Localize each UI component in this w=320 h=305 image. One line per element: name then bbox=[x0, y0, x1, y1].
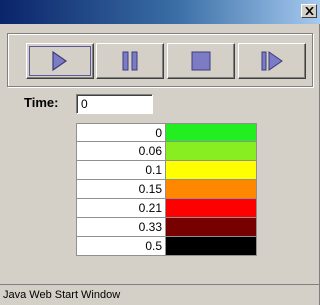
app-window: Time: 00.060.10.150.210.330.5 Java Web S… bbox=[0, 0, 320, 305]
stop-button[interactable] bbox=[167, 43, 235, 79]
close-icon bbox=[304, 7, 314, 15]
legend-value: 0.5 bbox=[76, 237, 165, 256]
legend-row: 0.15 bbox=[76, 180, 257, 199]
legend-value: 0.33 bbox=[76, 218, 165, 237]
legend-row: 0.33 bbox=[76, 218, 257, 237]
step-forward-button[interactable] bbox=[238, 43, 306, 79]
status-bar: Java Web Start Window bbox=[0, 284, 320, 305]
play-icon bbox=[52, 51, 68, 71]
legend-color-swatch bbox=[165, 237, 257, 256]
legend-value: 0.21 bbox=[76, 199, 165, 218]
legend-row: 0.1 bbox=[76, 161, 257, 180]
play-button[interactable] bbox=[26, 43, 94, 79]
legend-color-swatch bbox=[165, 161, 257, 180]
legend-color-swatch bbox=[165, 180, 257, 199]
legend-color-swatch bbox=[165, 218, 257, 237]
time-input[interactable] bbox=[76, 94, 153, 114]
pause-icon bbox=[122, 51, 138, 71]
legend-value: 0 bbox=[76, 123, 165, 142]
legend-color-swatch bbox=[165, 142, 257, 161]
step-forward-icon bbox=[261, 51, 283, 71]
legend-value: 0.1 bbox=[76, 161, 165, 180]
title-bar[interactable] bbox=[0, 0, 320, 24]
legend-row: 0 bbox=[76, 123, 257, 142]
time-label: Time: bbox=[24, 95, 59, 110]
legend-row: 0.21 bbox=[76, 199, 257, 218]
legend-color-swatch bbox=[165, 123, 257, 142]
pause-button[interactable] bbox=[96, 43, 164, 79]
legend-row: 0.5 bbox=[76, 237, 257, 256]
legend-color-swatch bbox=[165, 199, 257, 218]
color-legend: 0 0.06 0.1 0.15 0.21 0.33 0.5 bbox=[76, 123, 257, 256]
close-button[interactable] bbox=[301, 4, 317, 18]
legend-value: 0.06 bbox=[76, 142, 165, 161]
legend-row: 0.06 bbox=[76, 142, 257, 161]
legend-value: 0.15 bbox=[76, 180, 165, 199]
stop-icon bbox=[191, 51, 211, 71]
